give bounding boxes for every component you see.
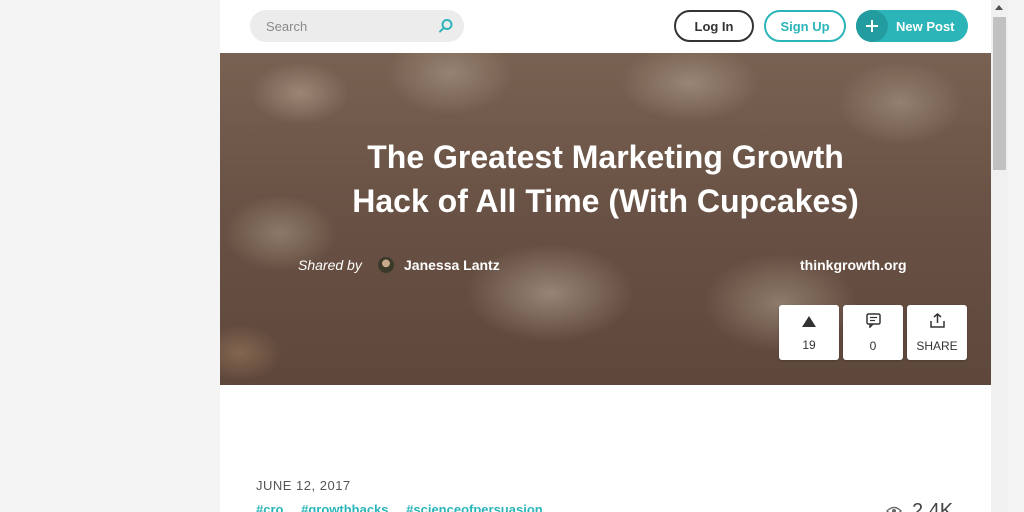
- tag-list: #cro #growthhacks #scienceofpersuasion: [256, 502, 557, 512]
- eye-icon: [886, 503, 902, 512]
- scrollbar[interactable]: [991, 0, 1008, 512]
- signup-button[interactable]: Sign Up: [764, 10, 846, 42]
- hero-banner: The Greatest Marketing Growth Hack of Al…: [220, 53, 991, 385]
- upvote-button[interactable]: 19: [779, 305, 839, 360]
- upvote-icon: [802, 314, 816, 332]
- comment-button[interactable]: 0: [843, 305, 903, 360]
- tag-growthhacks[interactable]: #growthhacks: [301, 502, 388, 512]
- comment-icon: [865, 312, 881, 333]
- search-bar[interactable]: [250, 10, 464, 42]
- plus-icon: [856, 10, 888, 42]
- scroll-up-arrow[interactable]: [995, 5, 1003, 10]
- post-title-line-1: The Greatest Marketing Growth: [367, 139, 844, 175]
- share-button[interactable]: SHARE: [907, 305, 967, 360]
- shared-by-label: Shared by: [298, 257, 362, 273]
- tag-scienceofpersuasion[interactable]: #scienceofpersuasion: [406, 502, 543, 512]
- main-content: Log In Sign Up New Post The Greatest Mar…: [220, 0, 991, 512]
- new-post-label: New Post: [896, 18, 955, 34]
- view-count: 2.4K: [886, 500, 953, 512]
- search-input[interactable]: [250, 10, 430, 42]
- source-link[interactable]: thinkgrowth.org: [800, 257, 907, 273]
- new-post-button[interactable]: New Post: [856, 10, 968, 42]
- search-icon[interactable]: [438, 18, 454, 34]
- post-date: JUNE 12, 2017: [256, 478, 351, 493]
- login-button[interactable]: Log In: [674, 10, 754, 42]
- view-count-value: 2.4K: [912, 500, 954, 512]
- header: Log In Sign Up New Post: [220, 0, 991, 53]
- share-icon: [929, 312, 945, 333]
- author-name[interactable]: Janessa Lantz: [404, 257, 500, 273]
- post-title[interactable]: The Greatest Marketing Growth Hack of Al…: [280, 135, 931, 223]
- share-label: SHARE: [916, 338, 958, 353]
- upvote-count: 19: [802, 337, 816, 352]
- scrollbar-thumb[interactable]: [993, 17, 1006, 170]
- author-avatar[interactable]: [378, 257, 394, 273]
- comment-count: 0: [869, 338, 877, 353]
- post-title-line-2: Hack of All Time (With Cupcakes): [352, 183, 859, 219]
- tag-cro[interactable]: #cro: [256, 502, 283, 512]
